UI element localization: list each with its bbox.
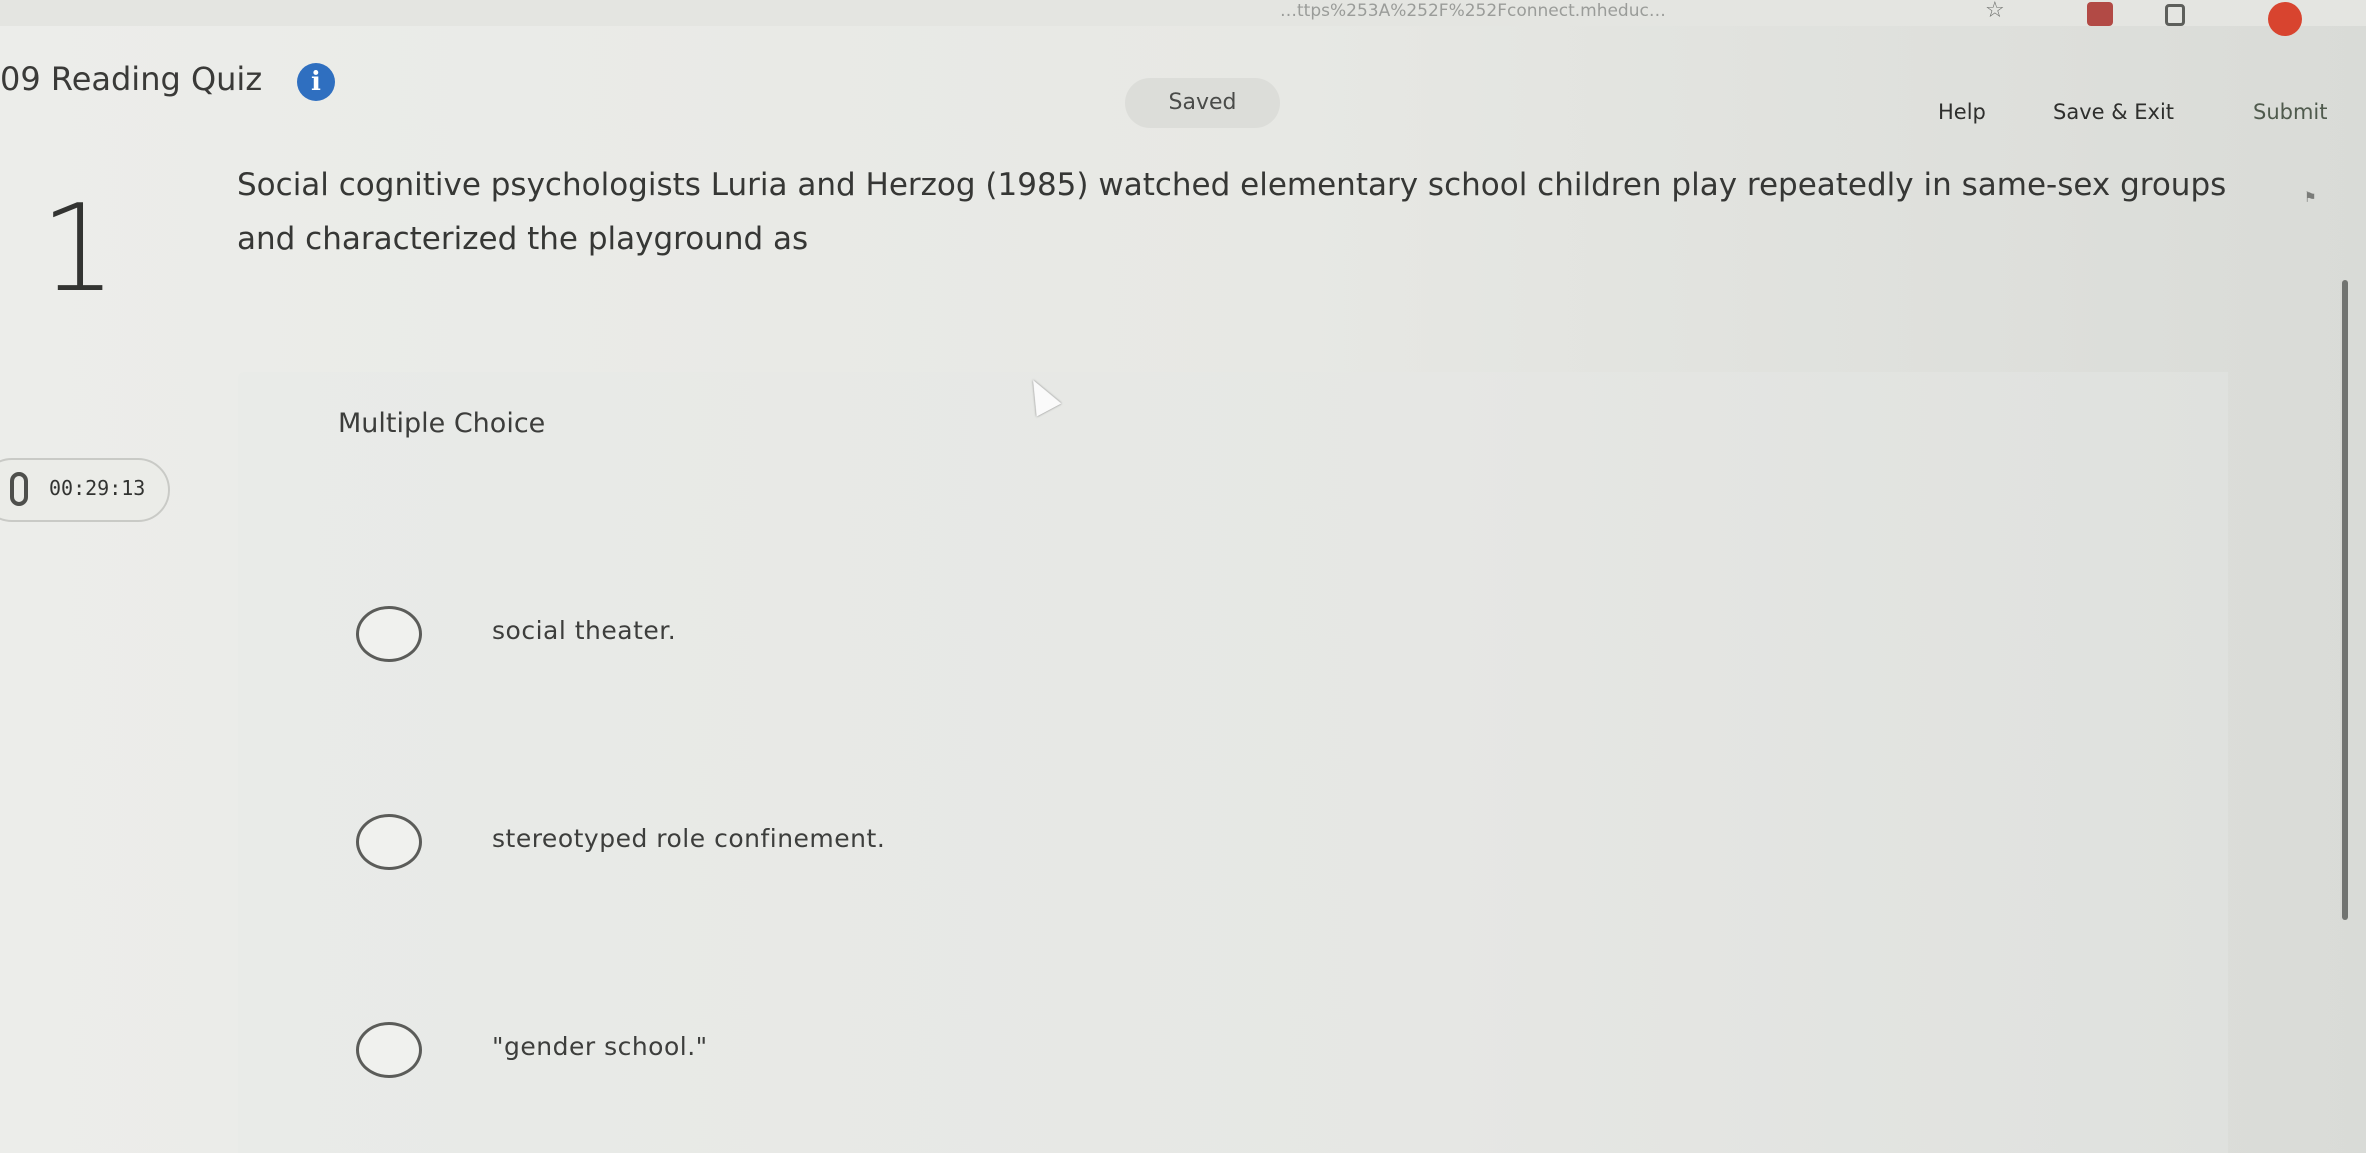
saved-status-badge: Saved <box>1125 78 1280 128</box>
star-icon[interactable]: ☆ <box>1985 0 2005 22</box>
answer-option[interactable]: social theater. <box>356 606 1856 676</box>
browser-bar: …ttps%253A%252F%252Fconnect.mheduc… ☆ <box>0 0 2366 36</box>
save-and-exit-link[interactable]: Save & Exit <box>2053 100 2174 124</box>
flag-icon[interactable]: ⚑ <box>2304 190 2317 206</box>
quiz-title: 09 Reading Quiz <box>0 60 263 98</box>
answer-option-label[interactable]: stereotyped role confinement. <box>492 824 885 853</box>
extension-icon[interactable] <box>2087 2 2113 26</box>
submit-link[interactable]: Submit <box>2253 100 2328 124</box>
help-link[interactable]: Help <box>1938 100 1986 124</box>
answer-option-label[interactable]: "gender school." <box>492 1032 708 1061</box>
answer-option[interactable]: "gender school." <box>356 1022 1856 1092</box>
info-icon[interactable]: i <box>297 63 335 101</box>
radio-button[interactable] <box>356 606 422 662</box>
question-number: 1 <box>40 180 117 319</box>
url-text[interactable]: …ttps%253A%252F%252Fconnect.mheduc… <box>1280 0 1940 22</box>
profile-icon[interactable] <box>2268 2 2302 36</box>
scrollbar-thumb[interactable] <box>2342 280 2348 920</box>
hourglass-icon <box>10 472 28 506</box>
extension-icon[interactable] <box>2165 4 2185 26</box>
question-text: Social cognitive psychologists Luria and… <box>237 167 2227 257</box>
quiz-page: …ttps%253A%252F%252Fconnect.mheduc… ☆ 09… <box>0 0 2366 1153</box>
answer-option-label[interactable]: social theater. <box>492 616 676 645</box>
radio-button[interactable] <box>356 1022 422 1078</box>
timer[interactable]: 00:29:13 <box>0 458 170 522</box>
timer-value: 00:29:13 <box>49 476 146 500</box>
radio-button[interactable] <box>356 814 422 870</box>
question-type-label: Multiple Choice <box>338 408 546 439</box>
answer-option[interactable]: stereotyped role confinement. <box>356 814 1856 884</box>
